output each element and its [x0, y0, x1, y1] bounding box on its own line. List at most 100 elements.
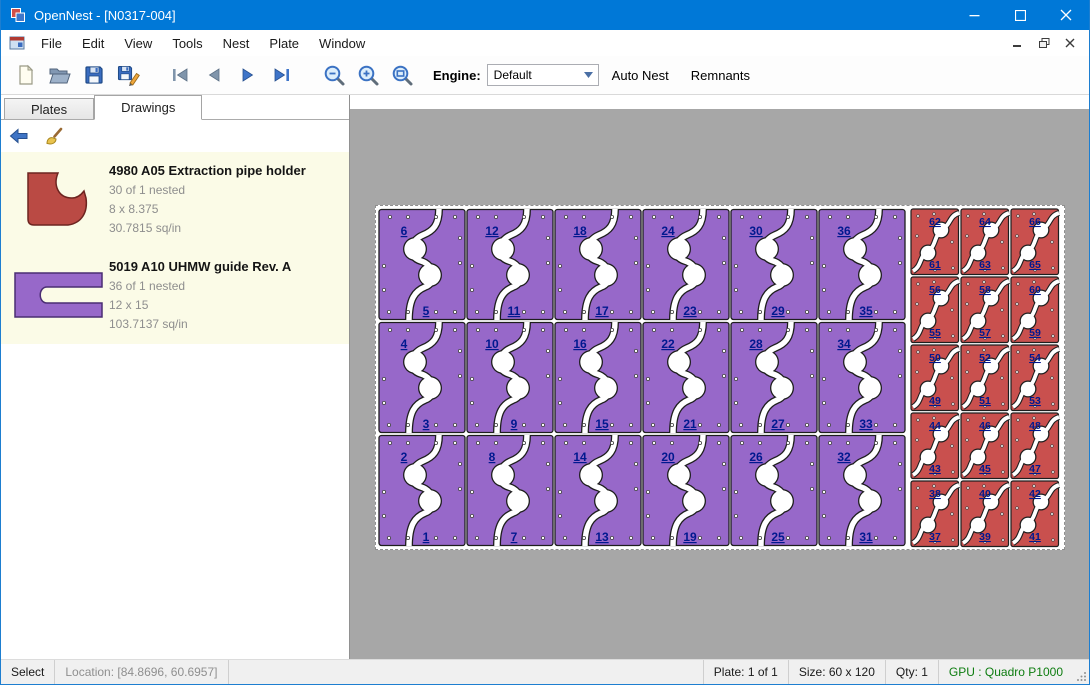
remnants-button[interactable]: Remnants [682, 62, 759, 89]
part-number: 37 [929, 531, 941, 543]
nested-part-pair[interactable]: 2423 [642, 208, 730, 321]
nested-part-pair[interactable]: 5655 [910, 276, 960, 344]
part-number: 10 [485, 337, 499, 351]
menu-nest[interactable]: Nest [213, 32, 260, 55]
nested-part-pair[interactable]: 4241 [1010, 480, 1060, 548]
part-pair-graphic: 4847 [1010, 412, 1060, 480]
close-button[interactable] [1043, 0, 1089, 30]
part-number: 20 [661, 450, 675, 464]
last-plate-button[interactable] [265, 59, 299, 91]
part-number: 41 [1029, 531, 1041, 543]
import-drawing-button[interactable] [5, 123, 33, 149]
zoom-fit-button[interactable] [385, 59, 419, 91]
nested-part-pair[interactable]: 3837 [910, 480, 960, 548]
previous-plate-button[interactable] [197, 59, 231, 91]
nested-part-pair[interactable]: 43 [378, 321, 466, 434]
mdi-minimize-button[interactable] [1007, 33, 1029, 53]
minimize-button[interactable] [951, 0, 997, 30]
menu-tools[interactable]: Tools [162, 32, 212, 55]
maximize-button[interactable] [997, 0, 1043, 30]
engine-value: Default [494, 68, 532, 82]
nested-part-pair[interactable]: 4645 [960, 412, 1010, 480]
nested-part-pair[interactable]: 21 [378, 434, 466, 547]
part-pair-graphic: 6261 [910, 208, 960, 276]
nested-part-pair[interactable]: 109 [466, 321, 554, 434]
part-pair-graphic: 43 [378, 321, 466, 434]
mdi-restore-button[interactable] [1033, 33, 1055, 53]
resize-grip[interactable] [1073, 660, 1089, 684]
nested-part-pair[interactable]: 4039 [960, 480, 1010, 548]
tab-plates[interactable]: Plates [4, 98, 94, 119]
nested-part-pair[interactable]: 1615 [554, 321, 642, 434]
part-pair-graphic: 21 [378, 434, 466, 547]
new-button[interactable] [9, 59, 43, 91]
drawing-list-item[interactable]: 5019 A10 UHMW guide Rev. A 36 of 1 neste… [1, 248, 349, 344]
menu-file[interactable]: File [31, 32, 72, 55]
save-button[interactable] [77, 59, 111, 91]
menu-edit[interactable]: Edit [72, 32, 114, 55]
mdi-close-button[interactable] [1059, 33, 1081, 53]
nested-part-pair[interactable]: 87 [466, 434, 554, 547]
nested-part-pair[interactable]: 6261 [910, 208, 960, 276]
nested-part-pair[interactable]: 2625 [730, 434, 818, 547]
nested-part-pair[interactable]: 6463 [960, 208, 1010, 276]
canvas-wrapper: 6512111817242330293635431091615222128273… [350, 95, 1089, 659]
engine-label: Engine: [433, 68, 481, 83]
status-size: Size: 60 x 120 [789, 660, 885, 684]
nested-part-pair[interactable]: 3029 [730, 208, 818, 321]
zoom-out-button[interactable] [317, 59, 351, 91]
side-panel: Plates Drawings [1, 95, 350, 659]
part-number: 29 [771, 304, 785, 318]
broom-icon [44, 127, 63, 145]
clear-drawings-button[interactable] [39, 123, 67, 149]
nested-part-pair[interactable]: 1817 [554, 208, 642, 321]
nested-part-pair[interactable]: 3231 [818, 434, 906, 547]
zoom-in-button[interactable] [351, 59, 385, 91]
part-pair-graphic: 1615 [554, 321, 642, 434]
nested-part-pair[interactable]: 5251 [960, 344, 1010, 412]
nested-part-pair[interactable]: 1211 [466, 208, 554, 321]
menu-plate[interactable]: Plate [259, 32, 309, 55]
menu-view[interactable]: View [114, 32, 162, 55]
nested-part-pair[interactable]: 5857 [960, 276, 1010, 344]
nested-part-pair[interactable]: 6059 [1010, 276, 1060, 344]
save-as-button[interactable] [111, 59, 145, 91]
nested-part-pair[interactable]: 2221 [642, 321, 730, 434]
part-pair-graphic: 4645 [960, 412, 1010, 480]
engine-select[interactable]: Default [487, 64, 599, 86]
nested-part-pair[interactable]: 5049 [910, 344, 960, 412]
auto-nest-button[interactable]: Auto Nest [603, 62, 678, 89]
part-number: 51 [979, 395, 991, 407]
drawing-info: 4980 A05 Extraction pipe holder 30 of 1 … [109, 160, 343, 238]
nested-part-pair[interactable]: 1413 [554, 434, 642, 547]
drawing-list-item[interactable]: 4980 A05 Extraction pipe holder 30 of 1 … [1, 152, 349, 248]
main-toolbar: Engine: Default Auto Nest Remnants [1, 56, 1089, 95]
part-pair-graphic: 3837 [910, 480, 960, 548]
tab-drawings[interactable]: Drawings [94, 95, 202, 120]
plate[interactable]: 6512111817242330293635431091615222128273… [375, 205, 1065, 550]
nested-part-pair[interactable]: 3635 [818, 208, 906, 321]
next-plate-button[interactable] [231, 59, 265, 91]
menu-window[interactable]: Window [309, 32, 375, 55]
nested-part-pair[interactable]: 4847 [1010, 412, 1060, 480]
nest-canvas[interactable]: 6512111817242330293635431091615222128273… [350, 109, 1089, 659]
part-number: 21 [683, 417, 697, 431]
chevron-down-icon[interactable] [580, 65, 598, 85]
part-pair-graphic: 5251 [960, 344, 1010, 412]
nested-part-pair[interactable]: 65 [378, 208, 466, 321]
menu-bar: File Edit View Tools Nest Plate Window [1, 30, 1089, 56]
first-plate-button[interactable] [163, 59, 197, 91]
nested-part-pair[interactable]: 2019 [642, 434, 730, 547]
nested-part-pair[interactable]: 5453 [1010, 344, 1060, 412]
nested-part-pair[interactable]: 4443 [910, 412, 960, 480]
open-button[interactable] [43, 59, 77, 91]
window-title: OpenNest - [N0317-004] [34, 8, 176, 23]
part-number: 7 [511, 530, 518, 544]
nested-part-pair[interactable]: 2827 [730, 321, 818, 434]
nested-part-pair[interactable]: 3433 [818, 321, 906, 434]
first-arrow-icon [169, 66, 191, 84]
part-number: 14 [573, 450, 587, 464]
nested-part-pair[interactable]: 6665 [1010, 208, 1060, 276]
part-number: 59 [1029, 327, 1041, 339]
part-pair-graphic: 6665 [1010, 208, 1060, 276]
